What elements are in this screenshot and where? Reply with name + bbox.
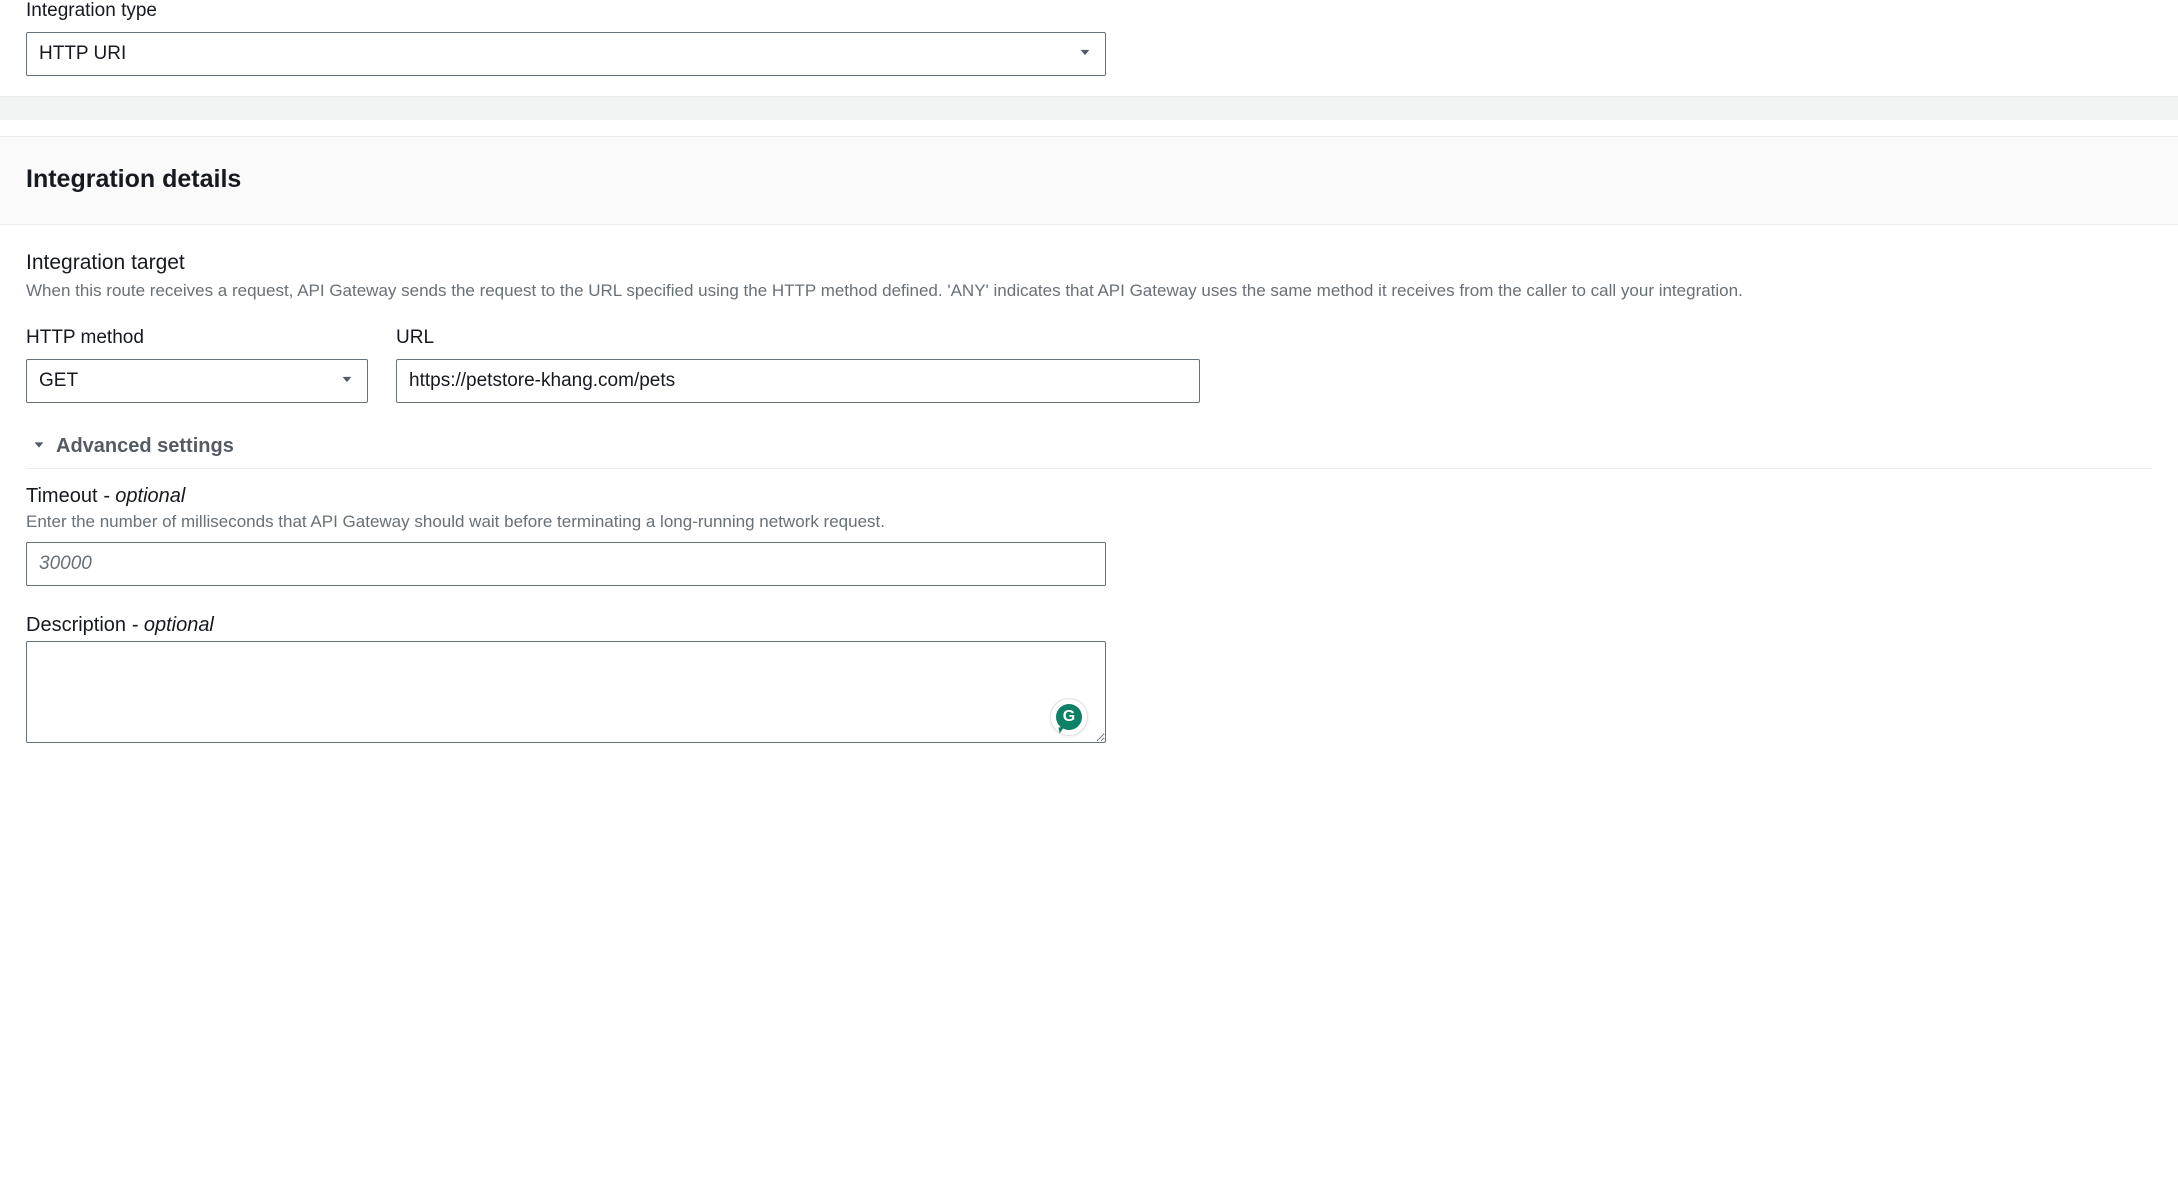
timeout-label-text: Timeout <box>26 485 98 507</box>
url-input[interactable] <box>396 359 1200 403</box>
integration-type-select[interactable] <box>26 32 1106 76</box>
description-label-text: Description <box>26 614 126 636</box>
integration-details-header: Integration details <box>0 136 2178 225</box>
url-label: URL <box>396 327 1200 349</box>
timeout-label: Timeout - optional <box>26 485 2152 508</box>
integration-type-label: Integration type <box>26 0 2152 22</box>
timeout-help: Enter the number of milliseconds that AP… <box>26 512 2152 532</box>
timeout-input[interactable] <box>26 542 1106 586</box>
integration-target-label: Integration target <box>26 251 2152 275</box>
panel-spacer <box>0 96 2178 120</box>
advanced-settings-toggle[interactable]: Advanced settings <box>26 427 2152 469</box>
http-method-label: HTTP method <box>26 327 368 349</box>
caret-down-icon <box>32 438 46 455</box>
description-textarea[interactable] <box>26 641 1106 743</box>
description-label: Description - optional <box>26 614 2152 637</box>
integration-type-value[interactable] <box>26 32 1106 76</box>
timeout-optional: - optional <box>98 485 186 507</box>
advanced-settings-title: Advanced settings <box>56 435 234 458</box>
http-method-select[interactable] <box>26 359 368 403</box>
panel-title: Integration details <box>26 165 2152 194</box>
integration-target-help: When this route receives a request, API … <box>26 279 2152 303</box>
grammarly-icon[interactable]: G <box>1050 698 1088 736</box>
http-method-value[interactable] <box>26 359 368 403</box>
description-optional: - optional <box>126 614 214 636</box>
